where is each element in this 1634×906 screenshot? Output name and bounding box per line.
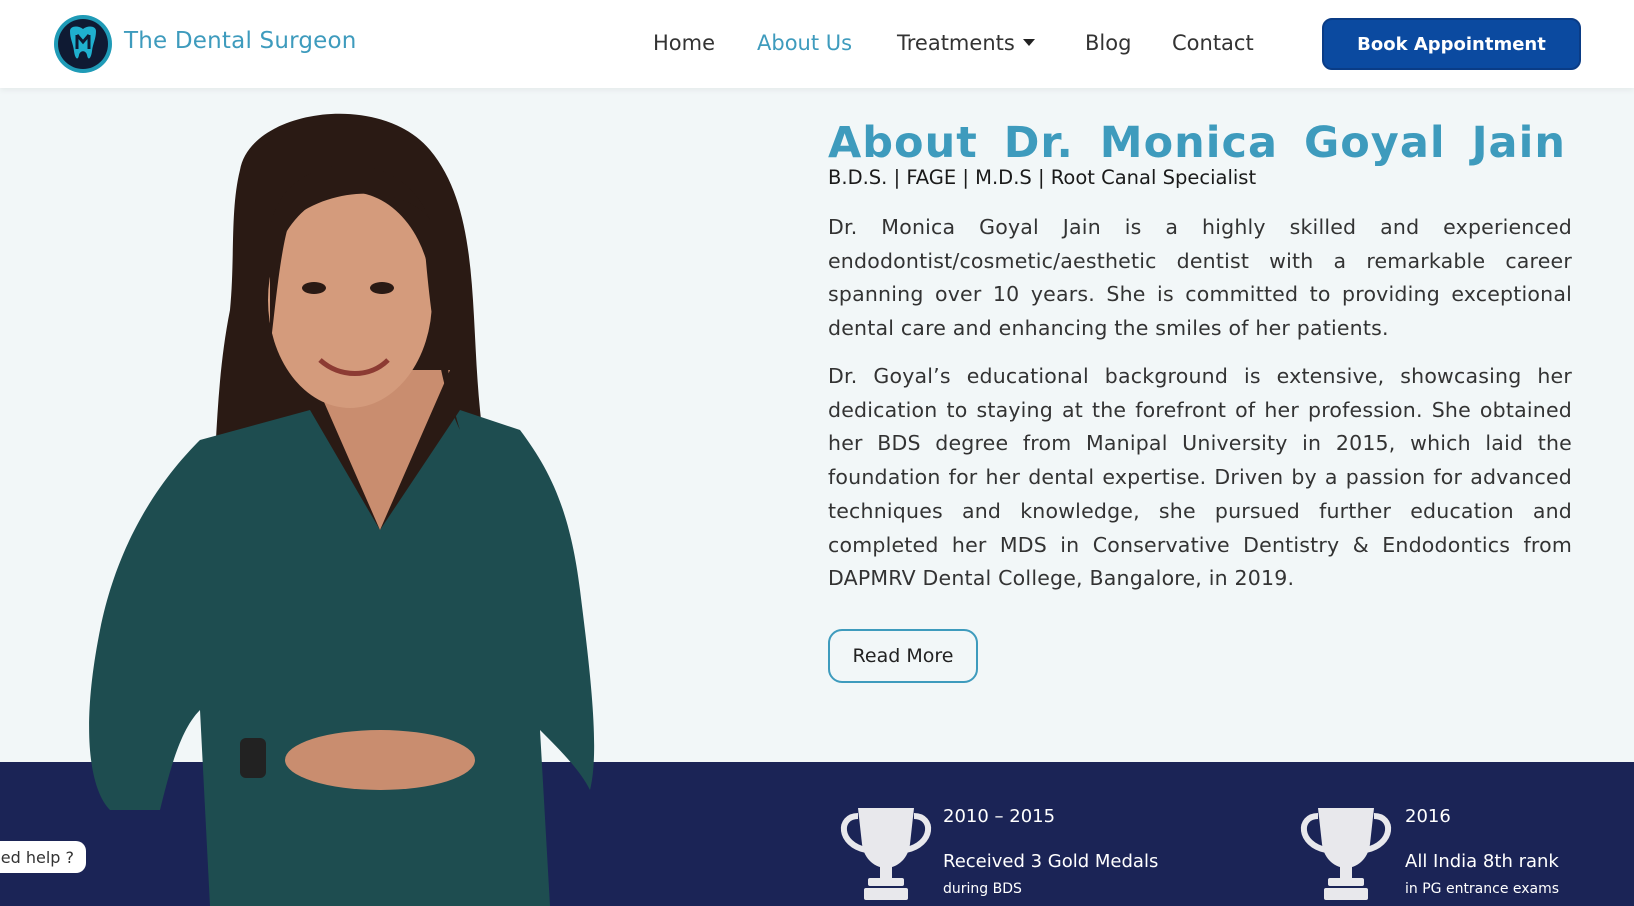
- nav-about-us[interactable]: About Us: [757, 31, 852, 55]
- site-header: The Dental Surgeon Home About Us Treatme…: [0, 0, 1634, 88]
- award-title: Received 3 Gold Medals: [943, 851, 1159, 872]
- brand-name[interactable]: The Dental Surgeon: [124, 28, 357, 54]
- book-appointment-button[interactable]: Book Appointment: [1322, 18, 1581, 70]
- chevron-down-icon: [1022, 38, 1035, 46]
- award-year: 2010 – 2015: [943, 806, 1056, 827]
- award-subtitle: during BDS: [943, 881, 1022, 897]
- logo-tooth-icon[interactable]: [54, 15, 112, 73]
- nav-treatments-label: Treatments: [897, 31, 1015, 55]
- award-subtitle: in PG entrance exams: [1405, 881, 1560, 897]
- nav-contact[interactable]: Contact: [1172, 31, 1254, 55]
- trophy-icon: [1300, 808, 1392, 900]
- need-help-chip[interactable]: ed help ?: [0, 841, 86, 873]
- award-year: 2016: [1405, 806, 1451, 827]
- credentials: B.D.S. | FAGE | M.D.S | Root Canal Speci…: [828, 166, 1257, 189]
- award-title: All India 8th rank: [1405, 851, 1559, 872]
- doctor-photo: [89, 113, 595, 906]
- nav-blog[interactable]: Blog: [1085, 31, 1131, 55]
- about-paragraph-1: Dr. Monica Goyal Jain is a highly skille…: [828, 215, 1572, 341]
- about-paragraph-2: Dr. Goyal’s educational background is ex…: [828, 364, 1572, 591]
- nav-home[interactable]: Home: [653, 31, 715, 55]
- about-title: About Dr. Monica Goyal Jain: [828, 118, 1566, 168]
- read-more-button[interactable]: Read More: [828, 629, 978, 683]
- trophy-icon: [840, 808, 932, 900]
- nav-treatments[interactable]: Treatments: [897, 31, 1035, 55]
